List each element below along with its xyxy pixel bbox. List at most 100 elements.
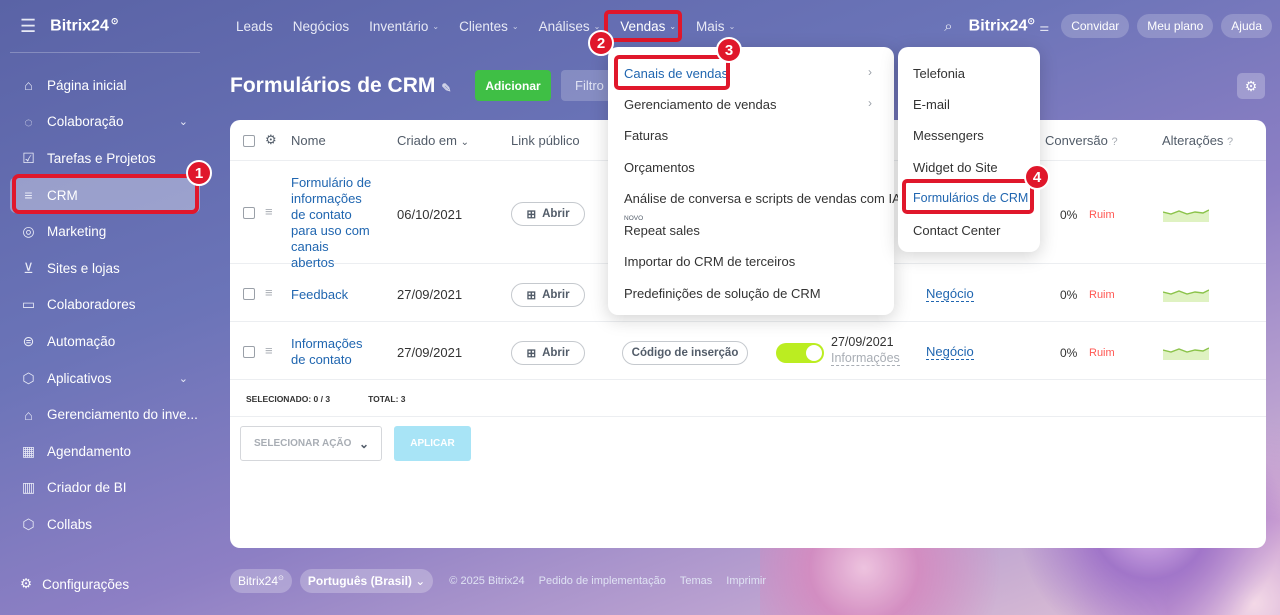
tab-label: Clientes: [459, 18, 508, 34]
row-checkbox[interactable]: [243, 207, 255, 219]
sidebar-item-sites[interactable]: ⊻ Sites e lojas: [10, 250, 200, 287]
chevron-down-icon: ⌄: [178, 116, 188, 129]
total-count: TOTAL: 3: [368, 394, 406, 404]
menu-item-predefinicoes[interactable]: Predefinições de solução de CRM: [624, 286, 821, 301]
menu-item-importar-crm[interactable]: Importar do CRM de terceiros: [624, 254, 795, 269]
chevron-right-icon: ›: [868, 96, 872, 110]
sidebar-item-agendamento[interactable]: ▦ Agendamento: [10, 433, 200, 470]
footer-brand[interactable]: Bitrix24⊙: [230, 569, 292, 593]
sidebar-item-label: Collabs: [47, 516, 93, 532]
entity-link[interactable]: Negócio: [926, 344, 974, 360]
open-button[interactable]: ⊞ Abrir: [511, 341, 585, 365]
tab-label: Análises: [538, 18, 590, 34]
menu-item-faturas[interactable]: Faturas: [624, 128, 668, 143]
gear-icon[interactable]: ⚙: [265, 132, 277, 148]
header-link[interactable]: Link público: [511, 133, 580, 148]
apply-button[interactable]: APLICAR: [394, 426, 471, 461]
form-name-link[interactable]: Informações de contato: [291, 336, 371, 368]
step-badge-2: 2: [588, 30, 614, 56]
brand-logo-top[interactable]: Bitrix24⊙ ⚌: [969, 16, 1050, 35]
submenu-item-telefonia[interactable]: Telefonia: [913, 66, 965, 81]
search-icon[interactable]: ⌕: [944, 18, 952, 35]
gear-icon[interactable]: ⚙: [1237, 73, 1265, 99]
drag-handle-icon[interactable]: ≡: [265, 285, 273, 300]
highlight-vendas: [604, 10, 682, 42]
row-checkbox[interactable]: [243, 288, 255, 300]
form-name-link[interactable]: Formulário de informações de contato par…: [291, 175, 373, 271]
sidebar: ☰ Bitrix24 ⊙ ⌂ Página inicial ◌ Colaboração…: [0, 0, 212, 615]
drag-handle-icon[interactable]: ≡: [265, 343, 273, 358]
cube-icon: ⬡: [22, 369, 35, 386]
menu-item-orcamentos[interactable]: Orçamentos: [624, 160, 695, 175]
submenu-item-messengers[interactable]: Messengers: [913, 128, 984, 143]
row-checkbox[interactable]: [243, 346, 255, 358]
tab-inventario[interactable]: Inventário ⌄: [359, 0, 449, 52]
sidebar-item-colaboradores[interactable]: ▭ Colaboradores: [10, 287, 200, 324]
conversion-value: 0%: [1060, 346, 1078, 360]
footer-link-temas[interactable]: Temas: [680, 575, 712, 587]
drag-handle-icon[interactable]: ≡: [265, 204, 273, 219]
active-toggle[interactable]: [776, 343, 824, 363]
tab-clientes[interactable]: Clientes ⌄: [449, 0, 528, 52]
select-all-checkbox[interactable]: [243, 135, 255, 147]
header-name[interactable]: Nome: [291, 133, 326, 148]
conversion-value: 0%: [1060, 208, 1078, 222]
top-bar: Leads Negócios Inventário ⌄ Clientes ⌄ Aná…: [212, 0, 1280, 52]
header-changes[interactable]: Alterações ?: [1162, 133, 1233, 148]
modified-by[interactable]: Informações: [831, 351, 900, 366]
cart-icon: ⊻: [23, 259, 34, 276]
menu-item-repeat-sales[interactable]: Repeat sales: [624, 223, 700, 238]
sparkline: [1163, 347, 1209, 360]
sidebar-item-colaboracao[interactable]: ◌ Colaboração ⌄: [10, 104, 200, 141]
footer-link-implementacao[interactable]: Pedido de implementação: [539, 575, 666, 587]
pin-icon[interactable]: ✎: [441, 81, 451, 95]
menu-icon[interactable]: ☰: [20, 16, 36, 37]
action-select[interactable]: SELECIONAR AÇÃO ⌄: [240, 426, 382, 461]
chevron-down-icon: ⌄: [358, 437, 369, 451]
embed-code-button[interactable]: Código de inserção: [622, 341, 748, 365]
sidebar-item-bi[interactable]: ▥ Criador de BI: [10, 470, 200, 507]
settings-sliders-icon[interactable]: ⚌: [1039, 22, 1049, 34]
header-conversion[interactable]: Conversão ?: [1045, 133, 1118, 148]
conversion-value: 0%: [1060, 288, 1078, 302]
menu-item-analise-conversa[interactable]: Análise de conversa e scripts de vendas …: [624, 191, 901, 206]
form-name-link[interactable]: Feedback: [291, 287, 348, 302]
submenu-item-contact-center[interactable]: Contact Center: [913, 223, 1000, 238]
hexagon-icon: ⬡: [22, 515, 35, 532]
language-select[interactable]: Português (Brasil) ⌄: [299, 569, 434, 593]
sparkline: [1163, 209, 1209, 222]
highlight-canais-de-vendas: [614, 55, 730, 90]
add-button[interactable]: Adicionar: [475, 70, 551, 101]
brand-logo[interactable]: Bitrix24 ⊙: [50, 16, 118, 35]
plan-button[interactable]: Meu plano: [1137, 14, 1214, 38]
footer: Bitrix24⊙ Português (Brasil) ⌄ © 2025 Bi…: [230, 569, 766, 593]
sidebar-item-settings[interactable]: ⚙ Configurações: [20, 576, 129, 592]
entity-link[interactable]: Negócio: [926, 286, 974, 302]
open-button[interactable]: ⊞ Abrir: [511, 202, 585, 226]
chat-icon: ◌: [24, 113, 33, 130]
sidebar-item-automacao[interactable]: ⊜ Automação: [10, 323, 200, 360]
submenu-item-widget[interactable]: Widget do Site: [913, 160, 998, 175]
calendar-icon: ▦: [21, 442, 36, 459]
sidebar-item-aplicativos[interactable]: ⬡ Aplicativos ⌄: [10, 360, 200, 397]
open-button[interactable]: ⊞ Abrir: [511, 283, 585, 307]
sidebar-item-label: Colaboração: [47, 114, 124, 130]
submenu-item-email[interactable]: E-mail: [913, 97, 950, 112]
sidebar-item-collabs[interactable]: ⬡ Collabs: [10, 506, 200, 543]
tab-label: Leads: [236, 18, 273, 34]
tab-negocios[interactable]: Negócios: [283, 0, 359, 52]
divider: [230, 416, 1266, 417]
sidebar-item-pagina-inicial[interactable]: ⌂ Página inicial: [10, 67, 200, 104]
help-button[interactable]: Ajuda: [1221, 14, 1272, 38]
tab-leads[interactable]: Leads: [226, 0, 283, 52]
sidebar-item-label: Criador de BI: [47, 480, 127, 496]
tab-label: Negócios: [292, 18, 350, 34]
sidebar-item-inventario[interactable]: ⌂ Gerenciamento do inve...: [10, 396, 200, 433]
sidebar-item-label: Gerenciamento do inve...: [47, 407, 198, 423]
sidebar-item-tarefas[interactable]: ☑ Tarefas e Projetos: [10, 140, 200, 177]
sidebar-item-marketing[interactable]: ◎ Marketing: [10, 213, 200, 250]
menu-item-gerenciamento-vendas[interactable]: Gerenciamento de vendas: [624, 97, 776, 112]
footer-link-imprimir[interactable]: Imprimir: [726, 575, 766, 587]
invite-button[interactable]: Convidar: [1061, 14, 1130, 38]
header-created[interactable]: Criado em ⌄: [397, 133, 469, 148]
